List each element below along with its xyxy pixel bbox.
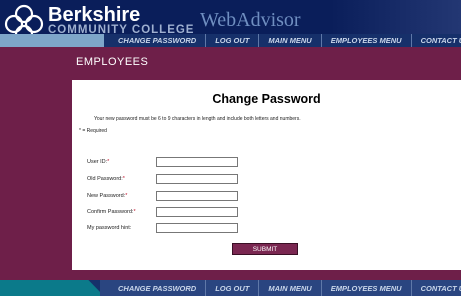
header-decoration — [330, 0, 461, 36]
nav-accent — [0, 280, 104, 296]
footer-main-menu-link[interactable]: Main Menu — [258, 280, 321, 296]
user-id-input[interactable] — [156, 157, 238, 167]
required-marker: * — [125, 193, 128, 199]
change-password-panel: Change Password Your new password must b… — [72, 80, 461, 270]
page-title: Change Password — [212, 92, 321, 106]
footer-employees-menu-link[interactable]: Employees Menu — [320, 280, 411, 296]
nav-employees-menu-link[interactable]: Employees Menu — [320, 34, 411, 47]
password-instructions: Your new password must be 6 to 9 charact… — [94, 116, 301, 122]
top-nav-bar: Change Password Log Out Main Menu Employ… — [0, 34, 461, 47]
password-hint-label: My password hint: — [87, 225, 132, 231]
nav-log-out-link[interactable]: Log Out — [205, 34, 258, 47]
new-password-row: New Password:* — [72, 191, 461, 203]
required-marker: * — [133, 209, 136, 215]
nav-main-menu-link[interactable]: Main Menu — [258, 34, 320, 47]
submit-button[interactable]: SUBMIT — [232, 243, 298, 255]
section-title: EMPLOYEES — [76, 56, 149, 68]
user-id-label: User ID:* — [87, 159, 110, 165]
required-note: * = Required — [79, 128, 107, 134]
new-password-input[interactable] — [156, 191, 238, 201]
old-password-row: Old Password:* — [72, 174, 461, 186]
confirm-password-input[interactable] — [156, 207, 238, 217]
nav-accent — [0, 34, 104, 47]
footer-contact-us-link[interactable]: Contact Us — [410, 280, 461, 296]
password-hint-row: My password hint: — [72, 223, 461, 235]
bottom-nav-bar: Change Password Log Out Main Menu Employ… — [0, 280, 461, 296]
new-password-label: New Password:* — [87, 193, 128, 199]
confirm-password-label: Confirm Password:* — [87, 209, 136, 215]
user-id-row: User ID:* — [72, 157, 461, 169]
nav-contact-us-link[interactable]: Contact Us — [410, 34, 461, 47]
footer-log-out-link[interactable]: Log Out — [205, 280, 259, 296]
required-marker: * — [107, 159, 110, 165]
confirm-password-row: Confirm Password:* — [72, 207, 461, 219]
old-password-label: Old Password:* — [87, 176, 125, 182]
footer-change-password-link[interactable]: Change Password — [100, 280, 206, 296]
old-password-input[interactable] — [156, 174, 238, 184]
app-title: WebAdvisor — [200, 9, 301, 31]
required-marker: * — [122, 176, 125, 182]
password-hint-input[interactable] — [156, 223, 238, 233]
nav-change-password-link[interactable]: Change Password — [100, 34, 205, 47]
